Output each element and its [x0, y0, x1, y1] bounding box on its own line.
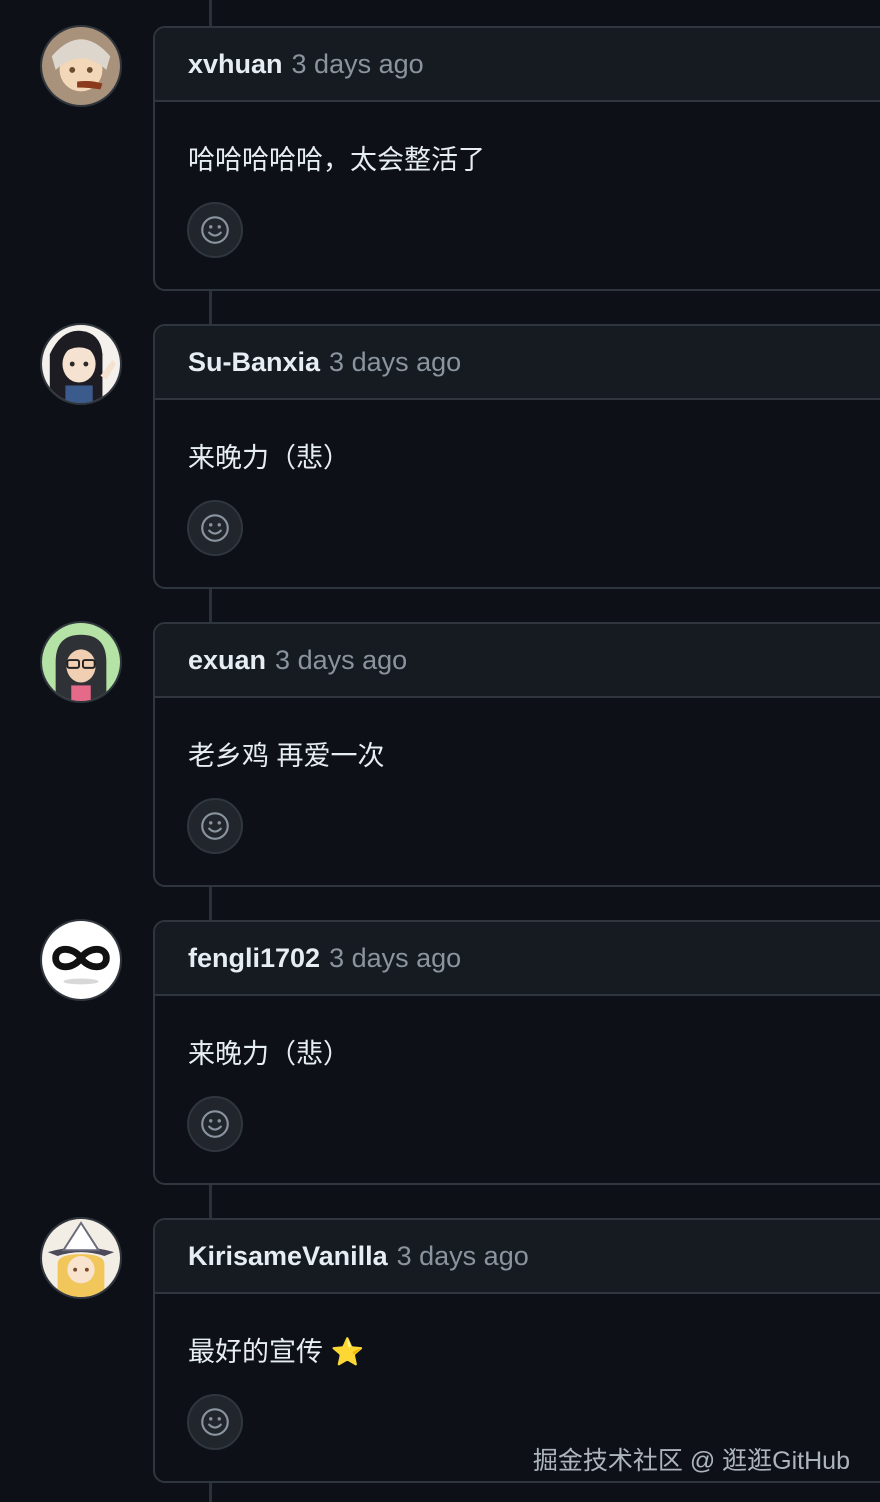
add-reaction-button[interactable] [187, 202, 243, 258]
comment-header: KirisameVanilla 3 days ago [155, 1220, 880, 1294]
comment-header: Su-Banxia 3 days ago [155, 326, 880, 400]
add-reaction-button[interactable] [187, 500, 243, 556]
comment-timestamp[interactable]: 3 days ago [329, 943, 461, 974]
comment-body: 哈哈哈哈哈，太会整活了 [188, 145, 485, 175]
avatar-hooded-person-icon[interactable] [40, 621, 122, 703]
smiley-icon [201, 1110, 229, 1138]
smiley-icon [201, 1408, 229, 1436]
comment-header: fengli1702 3 days ago [155, 922, 880, 996]
comment-item: fengli1702 3 days ago 来晚力（悲） [0, 919, 880, 1185]
comment-author[interactable]: KirisameVanilla [188, 1241, 388, 1272]
comment-box: xvhuan 3 days ago 哈哈哈哈哈，太会整活了 [153, 26, 880, 291]
add-reaction-button[interactable] [187, 798, 243, 854]
comment-item: exuan 3 days ago 老乡鸡 再爱一次 [0, 621, 880, 887]
comment-header: xvhuan 3 days ago [155, 28, 880, 102]
comment-body: 来晚力（悲） [188, 1039, 350, 1069]
smiley-icon [201, 514, 229, 542]
comment-timestamp[interactable]: 3 days ago [329, 347, 461, 378]
smiley-icon [201, 216, 229, 244]
smiley-icon [201, 812, 229, 840]
comment-item: Su-Banxia 3 days ago 来晚力（悲） [0, 323, 880, 589]
comment-timeline: xvhuan 3 days ago 哈哈哈哈哈，太会整活了 Su-Banxia … [0, 0, 880, 1502]
comment-body: 来晚力（悲） [188, 443, 350, 473]
comment-author[interactable]: xvhuan [188, 49, 283, 80]
avatar-witch-icon[interactable] [40, 1217, 122, 1299]
add-reaction-button[interactable] [187, 1394, 243, 1450]
comment-timestamp[interactable]: 3 days ago [275, 645, 407, 676]
comment-body: 最好的宣传 ⭐ [188, 1337, 365, 1367]
comment-author[interactable]: fengli1702 [188, 943, 320, 974]
comment-box: Su-Banxia 3 days ago 来晚力（悲） [153, 324, 880, 589]
comment-item: xvhuan 3 days ago 哈哈哈哈哈，太会整活了 [0, 25, 880, 291]
avatar-anime-girl-icon[interactable] [40, 323, 122, 405]
comment-author[interactable]: exuan [188, 645, 266, 676]
comment-header: exuan 3 days ago [155, 624, 880, 698]
comment-timestamp[interactable]: 3 days ago [292, 49, 424, 80]
avatar-anime-icon[interactable] [40, 25, 122, 107]
comment-body: 老乡鸡 再爱一次 [188, 741, 385, 771]
comment-box: exuan 3 days ago 老乡鸡 再爱一次 [153, 622, 880, 887]
comment-box: fengli1702 3 days ago 来晚力（悲） [153, 920, 880, 1185]
add-reaction-button[interactable] [187, 1096, 243, 1152]
comment-timestamp[interactable]: 3 days ago [397, 1241, 529, 1272]
watermark-text: 掘金技术社区 @ 逛逛GitHub [532, 1447, 850, 1475]
avatar-infinity-icon[interactable] [40, 919, 122, 1001]
comment-author[interactable]: Su-Banxia [188, 347, 320, 378]
